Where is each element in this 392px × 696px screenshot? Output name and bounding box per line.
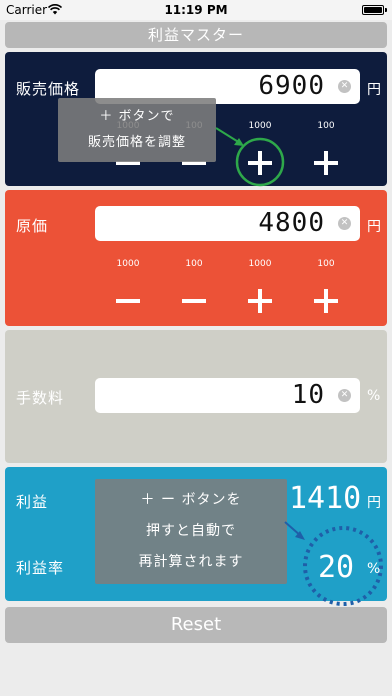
status-bar: Carrier 11:19 PM [0,0,392,20]
cost-label: 原価 [16,217,49,235]
tooltip-line: ＋ ー ボタンを [140,492,242,508]
clear-icon[interactable]: ✕ [338,389,351,402]
recalc-tooltip: ＋ ー ボタンを 押すと自動で 再計算されます [95,479,287,584]
cost-unit: 円 [367,219,381,235]
clock: 11:19 PM [164,3,228,17]
cost-field[interactable]: 4800 ✕ [95,206,360,241]
cost-value: 4800 [258,208,325,238]
profit-panel: 利益 1410 円 利益率 20 % ＋ ー ボタンを 押すと自動で 再計算され… [5,467,387,601]
plus-button-tooltip: ＋ ボタンで 販売価格を調整 [58,98,216,162]
step-label-minus-100: 100 [185,259,203,269]
profit-rate-label: 利益率 [16,559,65,577]
step-label-plus-1000: 1000 [248,259,272,269]
plus-100-button[interactable] [306,148,346,178]
cost-panel: 原価 4800 ✕ 円 1000 100 1000 100 [5,190,387,326]
profit-label: 利益 [16,493,49,511]
profit-rate-unit: % [367,561,381,577]
profit-unit: 円 [367,495,381,511]
tooltip-line: 再計算されます [138,554,244,570]
tooltip-line: 販売価格を調整 [87,135,186,150]
step-label-plus-100: 100 [317,259,335,269]
fee-panel: 手数料 10 ✕ % [5,330,387,463]
fee-value: 10 [291,380,325,410]
step-label-plus-100: 100 [317,121,335,131]
selling-price-value: 6900 [258,71,325,101]
step-label-minus-1000: 1000 [116,259,140,269]
clear-icon[interactable]: ✕ [338,217,351,230]
selling-price-unit: 円 [367,82,381,98]
reset-button[interactable]: Reset [5,607,387,643]
selling-price-label: 販売価格 [16,80,81,98]
step-label-plus-1000: 1000 [248,121,272,131]
minus-1000-button[interactable] [108,286,148,316]
battery-icon [362,5,387,15]
profit-value: 1410 [289,481,362,516]
app-title: 利益マスター [5,22,387,48]
fee-label: 手数料 [16,389,65,407]
tooltip-line: ＋ ボタンで [99,109,175,124]
fee-unit: % [367,388,381,404]
tooltip-line: 押すと自動で [146,523,236,539]
clear-icon[interactable]: ✕ [338,80,351,93]
profit-rate-value: 20 [318,550,355,585]
selling-price-panel: 販売価格 6900 ✕ 円 1000 100 1000 100 ＋ ボタンで 販… [5,52,387,186]
plus-100-button[interactable] [306,286,346,316]
plus-1000-button[interactable] [240,148,280,178]
minus-100-button[interactable] [174,286,214,316]
plus-1000-button[interactable] [240,286,280,316]
fee-field[interactable]: 10 ✕ [95,378,360,413]
